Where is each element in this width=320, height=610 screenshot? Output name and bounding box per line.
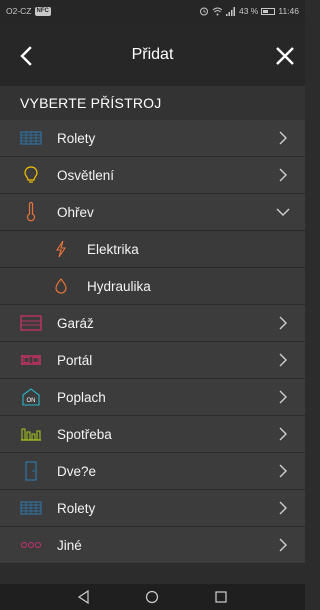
page-title: Přidat <box>131 46 174 63</box>
alarm-clock-icon <box>199 7 208 16</box>
close-icon <box>276 47 294 65</box>
door-icon <box>20 461 42 481</box>
blinds-icon <box>20 129 42 147</box>
droplet-icon <box>50 277 72 295</box>
list-item-spotreba[interactable]: Spotřeba <box>0 416 305 453</box>
list-item-label: Elektrika <box>87 241 139 257</box>
garage-icon <box>20 314 42 332</box>
chevron-right-icon <box>279 131 287 145</box>
list-item-hydraulika[interactable]: Hydraulika <box>0 268 305 305</box>
header: Přidat <box>0 22 305 86</box>
list-item-label: Portál <box>57 352 93 368</box>
triangle-back-icon <box>78 590 89 604</box>
list-item-rolety[interactable]: Rolety <box>0 120 305 157</box>
battery-icon <box>261 7 276 15</box>
section-title: VYBERTE PŘÍSTROJ <box>20 95 162 111</box>
nav-home-button[interactable] <box>143 588 161 606</box>
list-item-label: Garáž <box>57 315 94 331</box>
status-bar: O2-CZ NFC 43 % 11:46 <box>0 0 305 22</box>
status-left: O2-CZ NFC <box>6 6 51 16</box>
chevron-right-icon <box>279 427 287 441</box>
lightbulb-icon <box>20 166 42 184</box>
gate-icon <box>20 351 42 369</box>
svg-text:ON: ON <box>27 398 36 404</box>
thermometer-icon <box>20 202 42 222</box>
list-item-osvetleni[interactable]: Osvětlení <box>0 157 305 194</box>
chevron-right-icon <box>279 538 287 552</box>
device-list: Rolety Osvětlení Ohřev Elektrika Hydraul… <box>0 120 305 564</box>
chevron-right-icon <box>279 390 287 404</box>
other-icon <box>20 536 42 554</box>
battery-percent: 43 % <box>238 6 259 16</box>
status-right: 43 % 11:46 <box>199 6 299 16</box>
signal-icon <box>225 6 235 16</box>
nav-recents-button[interactable] <box>212 588 230 606</box>
list-item-garaz[interactable]: Garáž <box>0 305 305 342</box>
clock: 11:46 <box>278 6 299 16</box>
list-item-label: Rolety <box>57 130 96 146</box>
chevron-down-icon <box>276 208 290 216</box>
list-item-poplach[interactable]: ON Poplach <box>0 379 305 416</box>
blinds-icon <box>20 499 42 517</box>
circle-home-icon <box>146 590 159 604</box>
list-item-label: Poplach <box>57 389 106 405</box>
list-item-label: Jiné <box>57 537 82 553</box>
list-item-label: Rolety <box>57 500 96 516</box>
lightning-icon <box>50 240 72 258</box>
list-item-ohrev[interactable]: Ohřev <box>0 194 305 231</box>
consumption-icon <box>20 425 42 443</box>
list-item-rolety-2[interactable]: Rolety <box>0 490 305 527</box>
close-button[interactable] <box>273 44 297 68</box>
section-header: VYBERTE PŘÍSTROJ <box>0 86 305 120</box>
wifi-icon <box>212 7 223 15</box>
chevron-right-icon <box>279 353 287 367</box>
list-item-label: Dve?e <box>57 463 97 479</box>
square-recents-icon <box>215 591 227 603</box>
nfc-badge: NFC <box>34 6 51 16</box>
chevron-right-icon <box>279 168 287 182</box>
nav-back-button[interactable] <box>75 588 93 606</box>
list-item-jine[interactable]: Jiné <box>0 527 305 564</box>
list-item-portal[interactable]: Portál <box>0 342 305 379</box>
list-item-label: Hydraulika <box>87 278 151 294</box>
list-footer <box>0 564 305 584</box>
system-nav-bar <box>0 584 305 610</box>
list-item-label: Ohřev <box>57 204 94 220</box>
list-item-label: Osvětlení <box>57 167 115 183</box>
list-item-dvere[interactable]: Dve?e <box>0 453 305 490</box>
chevron-right-icon <box>279 464 287 478</box>
chevron-right-icon <box>279 501 287 515</box>
chevron-right-icon <box>279 316 287 330</box>
alarm-icon: ON <box>20 388 42 406</box>
list-item-label: Spotřeba <box>57 426 112 442</box>
carrier-name: O2-CZ <box>6 6 32 16</box>
list-item-elektrika[interactable]: Elektrika <box>0 231 305 268</box>
